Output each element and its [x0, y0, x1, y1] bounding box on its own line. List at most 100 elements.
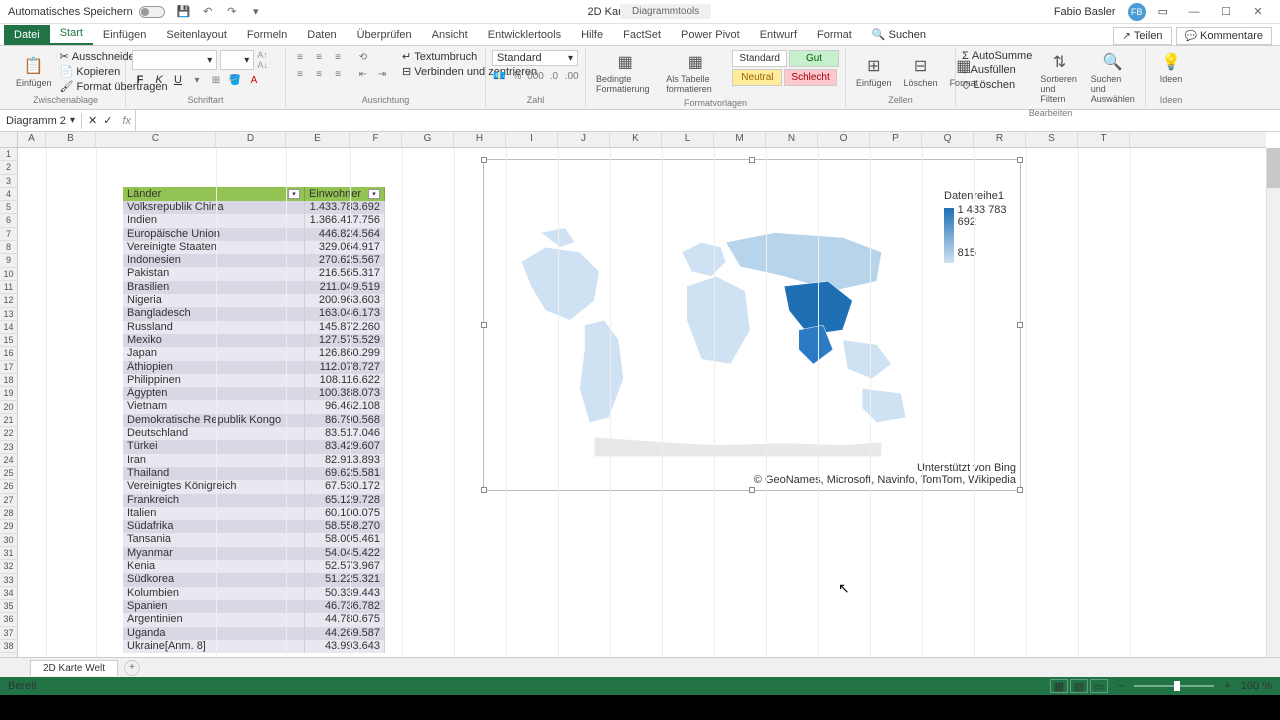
- view-normal-icon[interactable]: ▦: [1050, 679, 1068, 693]
- column-header[interactable]: P: [870, 132, 922, 147]
- row-header[interactable]: 4: [0, 188, 17, 201]
- column-header[interactable]: R: [974, 132, 1026, 147]
- font-name-box[interactable]: ▾: [132, 50, 217, 70]
- underline-button[interactable]: U: [170, 73, 186, 87]
- table-row[interactable]: Ukraine[Anm. 8]43.993.643: [123, 640, 385, 653]
- row-header[interactable]: 20: [0, 401, 17, 414]
- column-header[interactable]: E: [286, 132, 350, 147]
- enter-formula-icon[interactable]: ✓: [103, 114, 112, 127]
- cell-style-neutral[interactable]: Neutral: [732, 69, 782, 86]
- sheet-tab-active[interactable]: 2D Karte Welt: [30, 660, 118, 676]
- table-row[interactable]: Italien60.100.075: [123, 507, 385, 520]
- autosave-toggle[interactable]: Automatisches Speichern: [8, 6, 165, 18]
- table-row[interactable]: Südkorea51.225.321: [123, 573, 385, 586]
- font-size-box[interactable]: ▾: [220, 50, 254, 70]
- fx-icon[interactable]: fx: [118, 115, 135, 127]
- worksheet-area[interactable]: ABCDEFGHIJKLMNOPQRST 1234567891011121314…: [0, 132, 1280, 657]
- autosum-button[interactable]: Σ AutoSumme: [962, 50, 1032, 62]
- table-row[interactable]: Vietnam96.462.108: [123, 400, 385, 413]
- row-header[interactable]: 32: [0, 560, 17, 573]
- add-sheet-button[interactable]: +: [124, 660, 140, 676]
- map-chart[interactable]: Datenreihe1 1 433 783 692 815 Unterstütz…: [483, 159, 1021, 491]
- zoom-level[interactable]: 100 %: [1241, 680, 1272, 692]
- table-row[interactable]: Indonesien270.625.567: [123, 254, 385, 267]
- ribbon-display-icon[interactable]: ▭: [1158, 5, 1168, 18]
- row-header[interactable]: 12: [0, 294, 17, 307]
- table-row[interactable]: Argentinien44.780.675: [123, 613, 385, 626]
- row-header[interactable]: 22: [0, 427, 17, 440]
- fill-color-button[interactable]: 🪣: [227, 73, 243, 87]
- row-header[interactable]: 21: [0, 414, 17, 427]
- table-row[interactable]: Brasilien211.049.519: [123, 281, 385, 294]
- row-header[interactable]: 29: [0, 520, 17, 533]
- row-header[interactable]: 8: [0, 241, 17, 254]
- column-header[interactable]: K: [610, 132, 662, 147]
- table-row[interactable]: Japan126.860.299: [123, 347, 385, 360]
- table-row[interactable]: Tansania58.005.461: [123, 533, 385, 546]
- zoom-out-button[interactable]: −: [1118, 680, 1124, 692]
- number-format-box[interactable]: Standard▾: [492, 50, 578, 66]
- row-header[interactable]: 14: [0, 321, 17, 334]
- horizontal-scrollbar[interactable]: [800, 661, 1280, 675]
- row-header[interactable]: 16: [0, 347, 17, 360]
- row-header[interactable]: 30: [0, 534, 17, 547]
- row-header[interactable]: 23: [0, 441, 17, 454]
- tab-entwurf[interactable]: Entwurf: [750, 25, 807, 45]
- row-header[interactable]: 19: [0, 387, 17, 400]
- share-button[interactable]: ↗ Teilen: [1113, 27, 1171, 45]
- table-row[interactable]: Mexiko127.575.529: [123, 334, 385, 347]
- table-row[interactable]: Frankreich65.129.728: [123, 494, 385, 507]
- table-row[interactable]: Iran82.913.893: [123, 454, 385, 467]
- column-header[interactable]: S: [1026, 132, 1078, 147]
- sort-filter-button[interactable]: ⇅Sortieren und Filtern: [1036, 50, 1082, 106]
- tab-start[interactable]: Start: [50, 23, 93, 45]
- tab-überprüfen[interactable]: Überprüfen: [347, 25, 422, 45]
- row-header[interactable]: 6: [0, 214, 17, 227]
- column-header[interactable]: Q: [922, 132, 974, 147]
- close-button[interactable]: ✕: [1244, 2, 1272, 22]
- redo-icon[interactable]: ↷: [225, 5, 239, 19]
- table-row[interactable]: Ägypten100.388.073: [123, 387, 385, 400]
- row-header[interactable]: 10: [0, 268, 17, 281]
- avatar[interactable]: FB: [1128, 3, 1146, 21]
- table-row[interactable]: Deutschland83.517.046: [123, 427, 385, 440]
- column-headers[interactable]: ABCDEFGHIJKLMNOPQRST: [18, 132, 1266, 148]
- table-row[interactable]: Pakistan216.565.317: [123, 267, 385, 280]
- tab-einfügen[interactable]: Einfügen: [93, 25, 156, 45]
- bold-button[interactable]: F: [132, 73, 148, 87]
- table-row[interactable]: Myanmar54.045.422: [123, 547, 385, 560]
- row-header[interactable]: 36: [0, 613, 17, 626]
- fill-button[interactable]: ↓ Ausfüllen: [962, 64, 1032, 76]
- row-header[interactable]: 11: [0, 281, 17, 294]
- format-as-table-button[interactable]: ▦Als Tabelle formatieren: [662, 50, 728, 96]
- column-header[interactable]: A: [18, 132, 46, 147]
- tab-factset[interactable]: FactSet: [613, 25, 671, 45]
- maximize-button[interactable]: ☐: [1212, 2, 1240, 22]
- font-color-button[interactable]: A: [246, 73, 262, 87]
- column-header[interactable]: O: [818, 132, 870, 147]
- column-header[interactable]: M: [714, 132, 766, 147]
- tab-entwicklertools[interactable]: Entwicklertools: [478, 25, 571, 45]
- insert-cells-button[interactable]: ⊞Einfügen: [852, 50, 896, 93]
- border-button[interactable]: ⊞: [208, 73, 224, 87]
- table-row[interactable]: Europäische Union446.824.564: [123, 228, 385, 241]
- table-row[interactable]: Kolumbien50.339.443: [123, 587, 385, 600]
- select-all-corner[interactable]: [0, 132, 18, 148]
- column-header[interactable]: T: [1078, 132, 1130, 147]
- cell-style-schlecht[interactable]: Schlecht: [784, 69, 836, 86]
- row-header[interactable]: 33: [0, 574, 17, 587]
- table-row[interactable]: Vereinigtes Königreich67.530.172: [123, 480, 385, 493]
- column-header[interactable]: G: [402, 132, 454, 147]
- column-header[interactable]: L: [662, 132, 714, 147]
- column-header[interactable]: D: [216, 132, 286, 147]
- tab-power pivot[interactable]: Power Pivot: [671, 25, 750, 45]
- view-page-layout-icon[interactable]: ▤: [1070, 679, 1088, 693]
- cell-style-standard[interactable]: Standard: [732, 50, 787, 67]
- column-header[interactable]: F: [350, 132, 402, 147]
- tab-daten[interactable]: Daten: [297, 25, 346, 45]
- row-header[interactable]: 9: [0, 254, 17, 267]
- delete-cells-button[interactable]: ⊟Löschen: [900, 50, 942, 93]
- cell-grid[interactable]: Länder▾ Einwohner▾ Volksrepublik China1.…: [18, 148, 1266, 657]
- undo-icon[interactable]: ↶: [201, 5, 215, 19]
- table-row[interactable]: Vereinigte Staaten329.064.917: [123, 241, 385, 254]
